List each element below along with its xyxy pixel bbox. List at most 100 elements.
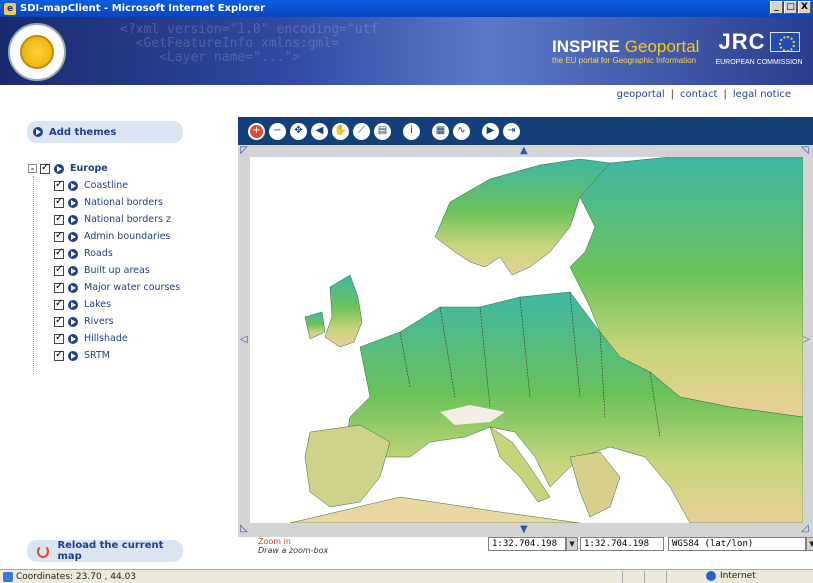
layer-label[interactable]: Built up areas <box>84 265 150 276</box>
add-themes-button[interactable]: Add themes <box>27 121 183 143</box>
layer-label[interactable]: SRTM <box>84 350 110 361</box>
link-separator: | <box>670 89 675 100</box>
back-icon[interactable]: ◀ <box>311 122 328 140</box>
export-icon[interactable]: ⇥ <box>503 122 520 140</box>
layer-item-lakes[interactable]: Lakes <box>28 296 228 313</box>
jrc-letters: JRC <box>718 29 766 54</box>
map-frame: ◸ ▲ ◹ ◁ ▷ ◺ ▼ ◿ <box>238 145 813 537</box>
layer-item-major-water-courses[interactable]: Major water courses <box>28 279 228 296</box>
table-icon[interactable]: ▦ <box>432 122 449 140</box>
add-themes-label: Add themes <box>49 126 117 138</box>
status-panes <box>622 571 688 583</box>
status-coordinates: Coordinates: 23.70 , 44.03 <box>16 571 137 582</box>
pan-east-arrow[interactable]: ▷ <box>802 335 810 345</box>
header-banner: <?xml version="1.0" encoding="utf <GetFe… <box>0 17 813 85</box>
link-contact[interactable]: contact <box>680 89 717 100</box>
info-icon[interactable]: i <box>403 122 420 140</box>
zone-label: Internet <box>720 571 756 581</box>
scale-controls: 1:32.704.198 ▼ 1:32.704.198 WGS84 (lat/l… <box>488 537 813 551</box>
layer-label[interactable]: Lakes <box>84 299 111 310</box>
layer-item-built-up-areas[interactable]: Built up areas <box>28 262 228 279</box>
arrow-bullet-icon <box>54 163 64 174</box>
status-bar: Coordinates: 23.70 , 44.03 Internet <box>0 569 813 583</box>
graph-icon[interactable]: ∿ <box>453 122 470 140</box>
link-separator: | <box>723 89 727 100</box>
security-zone: Internet <box>706 571 756 581</box>
link-legal-notice[interactable]: legal notice <box>733 89 791 100</box>
layer-checkbox[interactable] <box>54 264 64 276</box>
link-geoportal[interactable]: geoportal <box>617 89 665 100</box>
jrc-logo[interactable]: JRC EUROPEAN COMMISSION <box>712 29 806 66</box>
layer-checkbox[interactable] <box>54 213 64 225</box>
layer-checkbox[interactable] <box>54 281 64 293</box>
layer-checkbox[interactable] <box>54 179 64 191</box>
collapse-icon[interactable]: - <box>28 164 37 173</box>
pan-southeast-arrow[interactable]: ◿ <box>801 524 809 534</box>
page-icon <box>3 571 13 582</box>
layer-label[interactable]: Major water courses <box>84 282 180 293</box>
map-canvas[interactable] <box>250 157 803 523</box>
layer-item-national-borders-z[interactable]: National borders z <box>28 211 228 228</box>
europe-elevation-map[interactable] <box>250 157 803 523</box>
layer-checkbox[interactable] <box>54 247 64 259</box>
measure-icon[interactable]: ⟋ <box>353 122 370 140</box>
layer-checkbox[interactable] <box>54 315 64 327</box>
pan-west-arrow[interactable]: ◁ <box>240 335 248 345</box>
layer-item-rivers[interactable]: Rivers <box>28 313 228 330</box>
european-commission-label: EUROPEAN COMMISSION <box>715 59 803 66</box>
layer-label[interactable]: Coastline <box>84 180 128 191</box>
layer-checkbox[interactable] <box>54 230 64 242</box>
layer-label[interactable]: Roads <box>84 248 113 259</box>
arrow-bullet-icon <box>68 282 78 293</box>
zoom-in-icon[interactable]: + <box>248 122 265 140</box>
layer-checkbox[interactable] <box>40 162 50 174</box>
pan-hand-icon[interactable]: ✋ <box>332 122 349 140</box>
scale-dropdown-icon[interactable]: ▼ <box>566 537 578 551</box>
minimize-button[interactable]: _ <box>770 1 783 14</box>
arrow-bullet-icon <box>68 214 78 225</box>
zoom-full-extent-icon[interactable]: ✥ <box>290 122 307 140</box>
pan-south-arrow[interactable]: ▼ <box>520 525 528 535</box>
close-button[interactable]: X <box>798 1 811 14</box>
arrow-bullet-icon <box>68 248 78 259</box>
print-icon[interactable]: ▤ <box>374 122 391 140</box>
pan-north-arrow[interactable]: ▲ <box>520 146 528 156</box>
layer-checkbox[interactable] <box>54 196 64 208</box>
map-toolbar: + − ✥ ◀ ✋ ⟋ ▤ i ▦ ∿ ▶ ⇥ <box>238 117 813 145</box>
layer-checkbox[interactable] <box>54 332 64 344</box>
pan-northeast-arrow[interactable]: ◹ <box>801 146 809 156</box>
arrow-bullet-icon <box>68 197 78 208</box>
pan-southwest-arrow[interactable]: ◺ <box>240 524 248 534</box>
next-icon[interactable]: ▶ <box>482 122 499 140</box>
geoportal-brand[interactable]: INSPIRE Geoportal the EU portal for Geog… <box>552 37 699 65</box>
layer-label[interactable]: National borders z <box>84 214 171 225</box>
layer-label[interactable]: Rivers <box>84 316 114 327</box>
crs-dropdown-icon[interactable]: ▼ <box>806 537 813 551</box>
pan-northwest-arrow[interactable]: ◸ <box>240 146 248 156</box>
layer-item-srtm[interactable]: SRTM <box>28 347 228 364</box>
top-links: geoportal | contact | legal notice <box>617 89 791 100</box>
layer-checkbox[interactable] <box>54 349 64 361</box>
layer-label[interactable]: Hillshade <box>84 333 128 344</box>
scale-select[interactable]: 1:32.704.198 <box>488 537 566 551</box>
layer-checkbox[interactable] <box>54 298 64 310</box>
layer-item-hillshade[interactable]: Hillshade <box>28 330 228 347</box>
layer-item-national-borders[interactable]: National borders <box>28 194 228 211</box>
arrow-bullet-icon <box>68 350 78 361</box>
brand-geoportal: Geoportal <box>624 37 700 56</box>
layer-item-admin-boundaries[interactable]: Admin boundaries <box>28 228 228 245</box>
layer-label[interactable]: Admin boundaries <box>84 231 170 242</box>
layer-item-coastline[interactable]: Coastline <box>28 177 228 194</box>
active-tool-description: Draw a zoom-box <box>258 546 329 555</box>
layer-label[interactable]: National borders <box>84 197 163 208</box>
zoom-out-icon[interactable]: − <box>269 122 286 140</box>
arrow-bullet-icon <box>68 333 78 344</box>
eu-flag-icon <box>769 32 800 52</box>
maximize-button[interactable]: □ <box>784 1 797 14</box>
layer-item-roads[interactable]: Roads <box>28 245 228 262</box>
tree-root-europe[interactable]: - Europe <box>28 160 228 177</box>
tree-root-label: Europe <box>70 163 108 174</box>
scale-input[interactable]: 1:32.704.198 <box>580 537 664 551</box>
crs-select[interactable]: WGS84 (lat/lon) <box>668 537 806 551</box>
reload-map-button[interactable]: Reload the current map <box>27 540 183 562</box>
